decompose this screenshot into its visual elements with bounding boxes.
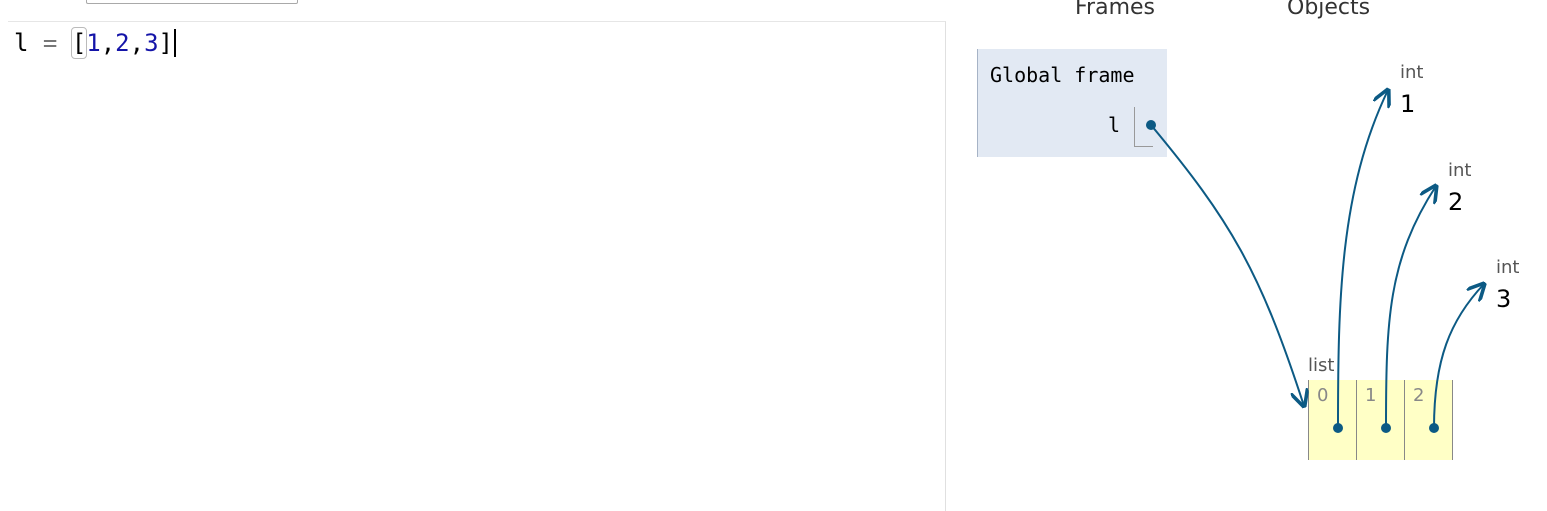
global-frame: Global frame l bbox=[977, 49, 1167, 157]
frames-header: Frames bbox=[1075, 0, 1156, 20]
frame-variable-value-cell bbox=[1134, 107, 1153, 147]
code-token-close-bracket: ] bbox=[158, 29, 173, 57]
code-token-open-bracket: [ bbox=[70, 27, 88, 59]
code-token-comma: , bbox=[100, 29, 116, 57]
code-token-number: 1 bbox=[86, 29, 101, 57]
int-object-type: int bbox=[1496, 257, 1520, 278]
list-element-cell: 2 bbox=[1405, 380, 1453, 460]
code-token-number: 2 bbox=[115, 29, 130, 57]
list-object-type: list bbox=[1308, 355, 1335, 376]
code-token-comma: , bbox=[129, 29, 145, 57]
int-object-type: int bbox=[1400, 62, 1424, 83]
text-cursor bbox=[173, 29, 176, 57]
int-object-value: 1 bbox=[1400, 90, 1416, 118]
list-to-int-arrow bbox=[1337, 90, 1388, 429]
frame-variable-name: l bbox=[1108, 113, 1121, 137]
language-select[interactable] bbox=[86, 0, 298, 4]
int-object-value: 3 bbox=[1496, 285, 1512, 313]
frame-to-list-arrow bbox=[1150, 124, 1304, 406]
int-object-type: int bbox=[1448, 160, 1472, 181]
code-line-1[interactable]: l = [1,2,3] bbox=[14, 27, 176, 59]
code-token-operator: = bbox=[42, 29, 58, 57]
list-element-cell: 0 bbox=[1309, 380, 1357, 460]
list-index: 1 bbox=[1365, 385, 1377, 406]
list-element-cell: 1 bbox=[1357, 380, 1405, 460]
frame-title: Global frame bbox=[990, 63, 1135, 87]
code-editor[interactable]: l = [1,2,3] bbox=[8, 21, 946, 511]
code-token-number: 3 bbox=[144, 29, 159, 57]
int-object-value: 2 bbox=[1448, 188, 1464, 216]
list-index: 2 bbox=[1413, 385, 1425, 406]
list-index: 0 bbox=[1317, 385, 1329, 406]
code-token-variable: l bbox=[14, 29, 29, 57]
objects-header: Objects bbox=[1287, 0, 1371, 20]
list-object: 0 1 2 bbox=[1308, 380, 1453, 460]
